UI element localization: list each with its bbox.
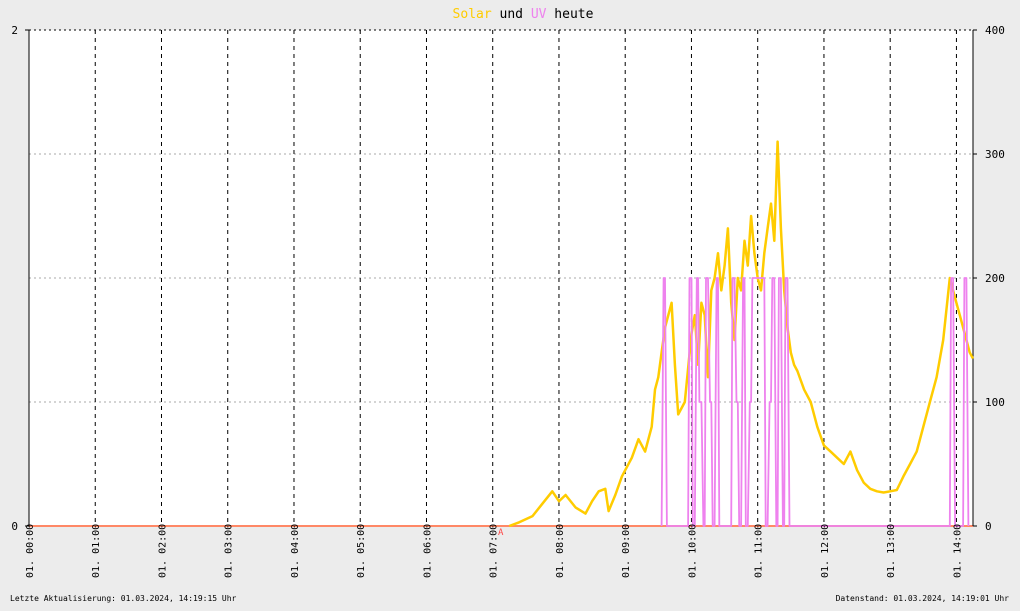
- right-tick-label: 200: [985, 272, 1005, 285]
- right-tick-label: 300: [985, 148, 1005, 161]
- title-uv: UV: [531, 7, 547, 22]
- left-tick-label: 2: [11, 24, 18, 37]
- right-tick-label: 0: [985, 520, 992, 533]
- x-tick-label: 01. 10:00: [687, 524, 698, 578]
- x-tick-label: 01. 03:00: [224, 524, 235, 578]
- x-tick-label: 01. 13:00: [886, 524, 897, 578]
- chart-title: Solar und UV heute: [453, 7, 594, 22]
- x-tick-label: 01. 02:00: [157, 524, 168, 578]
- x-tick-label: 01. 05:00: [356, 524, 367, 578]
- x-tick-label: 01. 09:00: [621, 524, 632, 578]
- chart-container: Solar und UV heute 01. 00:00 01. 01:00 01.…: [0, 0, 1020, 606]
- right-tick-label: 100: [985, 396, 1005, 409]
- footer-data-status: Datenstand: 01.03.2024, 14:19:01 Uhr: [835, 594, 1009, 603]
- title-solar: Solar: [453, 7, 492, 22]
- marker-label: A: [498, 528, 504, 538]
- footer-last-update: Letzte Aktualisierung: 01.03.2024, 14:19…: [10, 594, 237, 603]
- x-tick-label: 01. 00:00: [25, 524, 36, 578]
- solar-uv-chart: Solar und UV heute 01. 00:00 01. 01:00 01.…: [11, 7, 1005, 578]
- x-tick-label: 01. 12:00: [820, 524, 831, 578]
- left-tick-label: 0: [11, 520, 18, 533]
- x-tick-label: 01. 11:00: [754, 524, 765, 578]
- x-tick-label: 01. 14:00: [952, 524, 963, 578]
- x-tick-label: 01. 08:00: [555, 524, 566, 578]
- x-tick-label: 01. 04:00: [290, 524, 301, 578]
- title-und: und: [492, 7, 531, 22]
- x-tick-label: 01. 06:00: [422, 524, 433, 578]
- title-heute: heute: [546, 7, 593, 22]
- x-tick-label: 01. 01:00: [91, 524, 102, 578]
- right-tick-label: 400: [985, 24, 1005, 37]
